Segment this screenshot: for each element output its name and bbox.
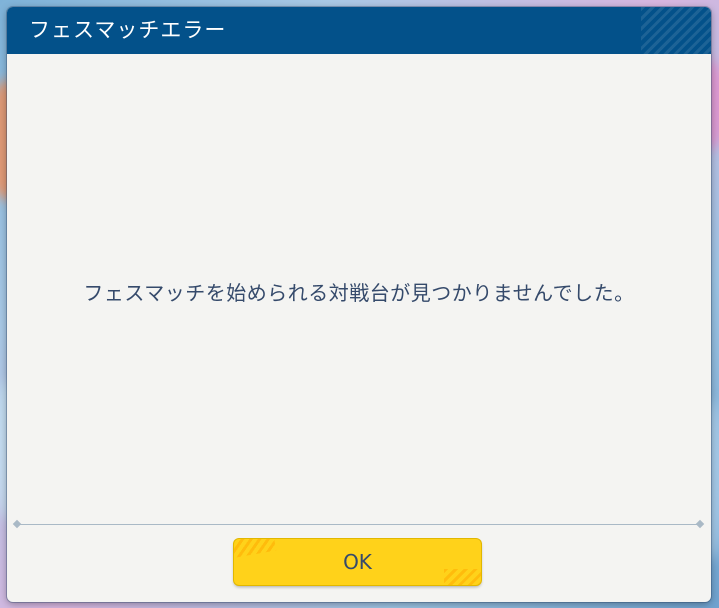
divider <box>17 524 700 525</box>
error-dialog: フェスマッチエラー フェスマッチを始められる対戦台が見つかりませんでした。 OK <box>7 7 711 602</box>
error-message: フェスマッチを始められる対戦台が見つかりませんでした。 <box>83 281 635 305</box>
dialog-title: フェスマッチエラー <box>29 18 227 42</box>
title-bar-stripes <box>641 7 711 54</box>
ok-button-label: OK <box>343 550 372 574</box>
dialog-title-bar: フェスマッチエラー <box>7 7 711 54</box>
divider-end-right <box>695 519 705 529</box>
divider-end-left <box>12 519 22 529</box>
ok-button[interactable]: OK <box>234 539 481 585</box>
